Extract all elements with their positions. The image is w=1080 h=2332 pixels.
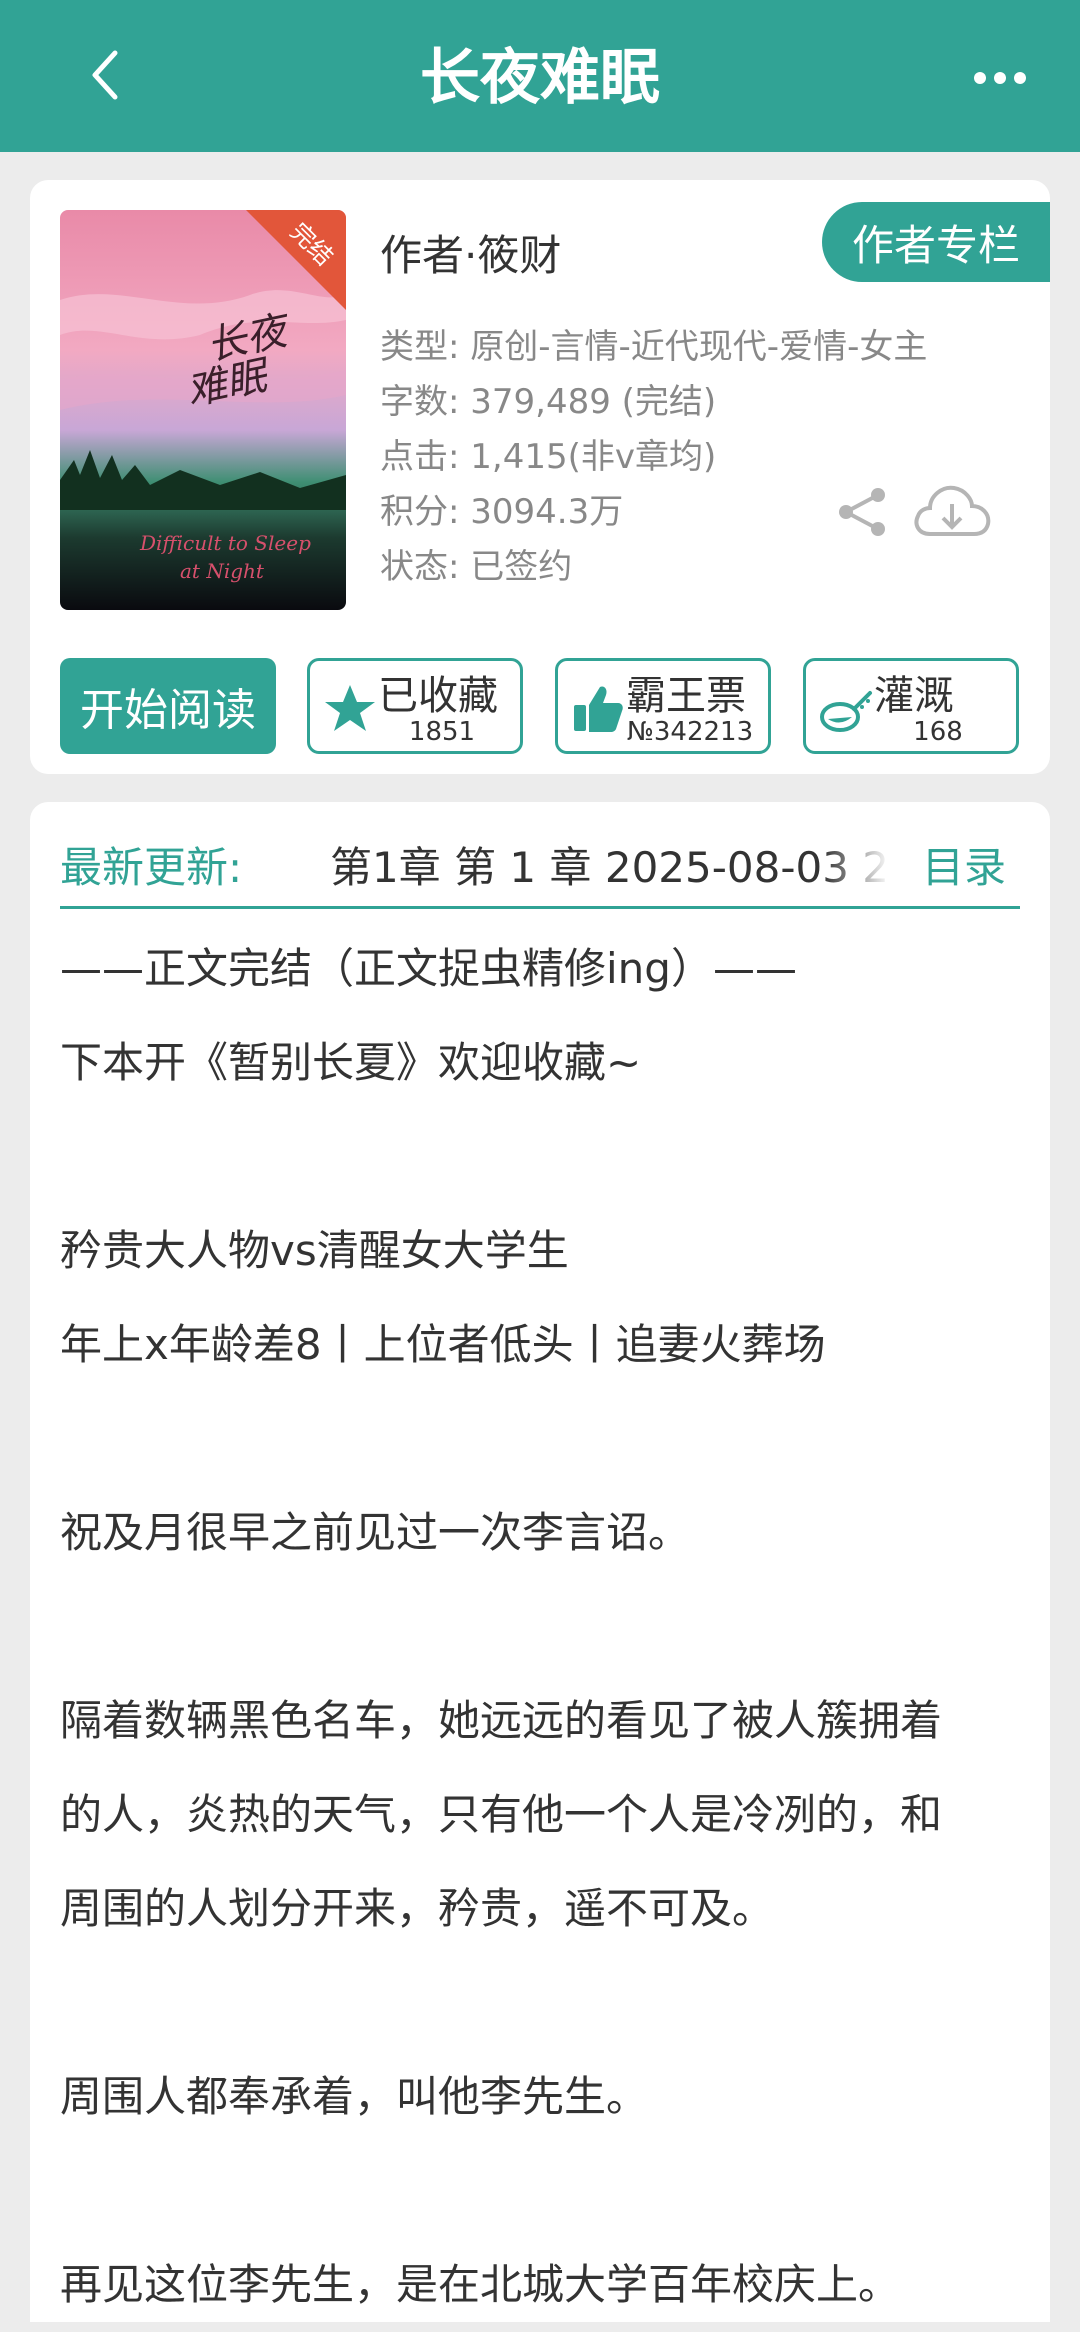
meta-status: 状态: 已签约 (380, 547, 573, 587)
latest-update-label: 最新更新: (60, 843, 243, 892)
meta-words: 字数: 379,489 (完结) (380, 382, 717, 422)
share-icon[interactable] (836, 485, 890, 539)
intro-paragraph: 隔着数辆黑色名车，她远远的看见了被人簇拥着 (60, 1696, 943, 1745)
collect-label: 已收藏 (378, 673, 498, 719)
book-cover[interactable]: 长夜 难眠 Difficult to Sleep at Night 完结 (60, 210, 346, 610)
more-dots-icon (974, 72, 1026, 84)
water-count: 168 (913, 717, 963, 747)
collect-count: 1851 (408, 717, 476, 747)
book-meta: 类型: 原创-言情-近代现代-爱情-女主 字数: 379,489 (完结) 点击… (380, 320, 927, 595)
collect-button[interactable]: 已收藏 1851 (307, 658, 523, 754)
intro-paragraph: ——正文完结（正文捉虫精修ing）—— (60, 944, 797, 993)
svg-text:Difficult to Sleep: Difficult to Sleep (139, 531, 311, 555)
description-card: 最新更新: 第1章 第 1 章 2025-08-03 21 目录 ——正文完结（… (30, 802, 1050, 2322)
intro-paragraph: 年上x年龄差8丨上位者低头丨追妻火葬场 (60, 1320, 826, 1369)
intro-paragraph (60, 2144, 1040, 2238)
more-options-button[interactable] (960, 40, 1040, 116)
intro-paragraph (60, 1580, 1040, 1674)
intro-paragraph: 祝及月很早之前见过一次李言诏。 (60, 1508, 691, 1557)
svg-text:at Night: at Night (180, 559, 265, 583)
page-title: 长夜难眠 (420, 43, 660, 113)
book-intro: ——正文完结（正文捉虫精修ing）—— 下本开《暂别长夏》欢迎收藏~ 矜贵大人物vs… (60, 922, 1040, 2332)
ticket-count: №342213 (626, 717, 754, 747)
cloud-download-icon[interactable] (910, 480, 994, 544)
intro-paragraph (60, 1110, 1040, 1204)
intro-paragraph (60, 1956, 1040, 2050)
intro-paragraph: 再见这位李先生，是在北城大学百年校庆上。 (60, 2260, 901, 2309)
intro-paragraph: 矜贵大人物vs清醒女大学生 (60, 1226, 569, 1275)
table-of-contents-link[interactable]: 目录 (922, 834, 1006, 895)
book-info-card: 长夜 难眠 Difficult to Sleep at Night 完结 作者·… (30, 180, 1050, 774)
start-reading-button[interactable]: 开始阅读 (60, 658, 276, 754)
divider (60, 906, 1020, 909)
intro-paragraph: 下本开《暂别长夏》欢迎收藏~ (60, 1038, 642, 1087)
ticket-label: 霸王票 (626, 673, 746, 719)
meta-type: 类型: 原创-言情-近代现代-爱情-女主 (380, 327, 928, 367)
water-button[interactable]: 灌溉 168 (803, 658, 1019, 754)
ticket-button[interactable]: 霸王票 №342213 (555, 658, 771, 754)
author-column-button[interactable]: 作者专栏 (822, 202, 1050, 282)
intro-paragraph: 的人，炎热的天气，只有他一个人是冷冽的，和 (60, 1790, 943, 1839)
top-bar: 长夜难眠 (0, 0, 1080, 152)
latest-update-row[interactable]: 最新更新: 第1章 第 1 章 2025-08-03 21 目录 (60, 826, 1020, 906)
meta-clicks: 点击: 1,415(非v章均) (380, 437, 717, 477)
intro-paragraph: 周围人都奉承着，叫他李先生。 (60, 2072, 649, 2121)
intro-paragraph (60, 1392, 1040, 1486)
latest-chapter-link[interactable]: 第1章 第 1 章 2025-08-03 21 (330, 834, 890, 895)
intro-paragraph: 周围的人划分开来，矜贵，遥不可及。 (60, 1884, 775, 1933)
author-name[interactable]: 作者·筱财 (380, 222, 561, 283)
water-label: 灌溉 (874, 673, 954, 719)
